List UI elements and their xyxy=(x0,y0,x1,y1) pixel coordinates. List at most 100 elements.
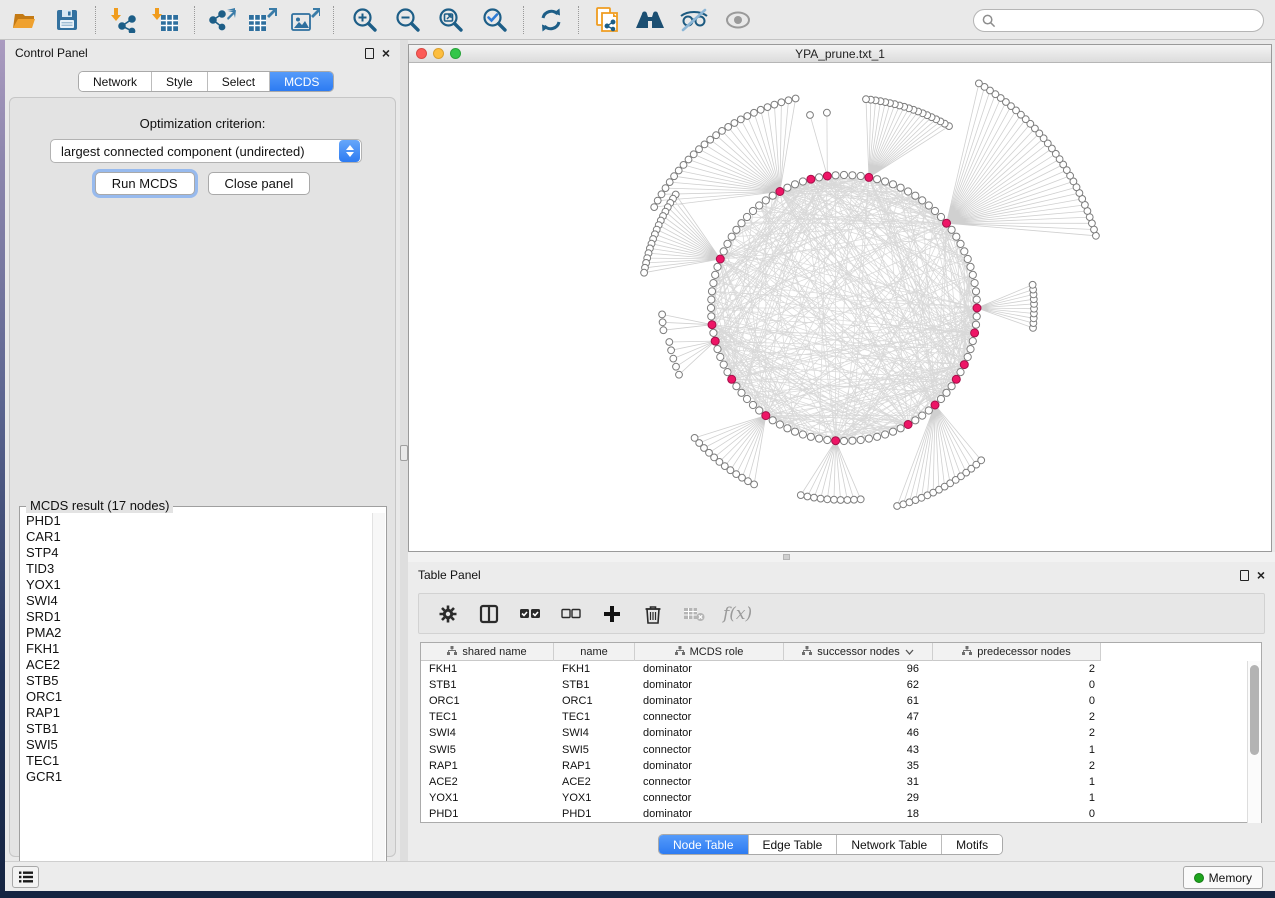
table-row[interactable]: PHD1PHD1dominator180 xyxy=(421,806,1249,822)
mcds-result-node[interactable]: YOX1 xyxy=(26,577,373,593)
cell-predecessor_nodes[interactable]: 1 xyxy=(933,792,1101,804)
cell-name[interactable]: ORC1 xyxy=(554,695,635,707)
task-history-button[interactable] xyxy=(12,866,39,888)
cell-shared_name[interactable]: STB1 xyxy=(421,679,554,691)
mcds-result-node[interactable]: CAR1 xyxy=(26,529,373,545)
cell-name[interactable]: SWI5 xyxy=(554,744,635,756)
delete-column-icon[interactable] xyxy=(641,602,665,626)
cell-predecessor_nodes[interactable]: 0 xyxy=(933,808,1101,820)
cell-successor_nodes[interactable]: 62 xyxy=(784,679,933,691)
deselect-all-icon[interactable] xyxy=(559,602,583,626)
optimization-criterion-dropdown[interactable]: largest connected component (undirected) xyxy=(50,139,362,163)
cell-predecessor_nodes[interactable]: 0 xyxy=(933,695,1101,707)
horizontal-split-divider[interactable] xyxy=(408,552,1275,562)
column-header-successor-nodes[interactable]: successor nodes xyxy=(784,643,933,661)
close-panel-icon[interactable]: × xyxy=(1257,570,1265,580)
cell-successor_nodes[interactable]: 29 xyxy=(784,792,933,804)
cell-shared_name[interactable]: ACE2 xyxy=(421,776,554,788)
table-scrollbar[interactable] xyxy=(1247,661,1261,823)
mcds-result-node[interactable]: STP4 xyxy=(26,545,373,561)
cell-mcds_role[interactable]: dominator xyxy=(635,663,784,675)
cell-shared_name[interactable]: ORC1 xyxy=(421,695,554,707)
close-panel-icon[interactable]: × xyxy=(382,48,390,58)
mcds-result-node[interactable]: TEC1 xyxy=(26,753,373,769)
column-header-name[interactable]: name xyxy=(554,643,635,661)
cell-predecessor_nodes[interactable]: 1 xyxy=(933,744,1101,756)
hide-selected-icon[interactable] xyxy=(678,5,710,35)
cell-predecessor_nodes[interactable]: 1 xyxy=(933,776,1101,788)
table-row[interactable]: SWI5SWI5connector431 xyxy=(421,741,1249,757)
cell-mcds_role[interactable]: dominator xyxy=(635,760,784,772)
table-row[interactable]: STB1STB1dominator620 xyxy=(421,677,1249,693)
mcds-result-node[interactable]: SWI5 xyxy=(26,737,373,753)
table-row[interactable]: TEC1TEC1connector472 xyxy=(421,709,1249,725)
cell-predecessor_nodes[interactable]: 0 xyxy=(933,679,1101,691)
cell-successor_nodes[interactable]: 18 xyxy=(784,808,933,820)
cell-successor_nodes[interactable]: 43 xyxy=(784,744,933,756)
scrollbar-thumb[interactable] xyxy=(1250,665,1259,755)
cell-mcds_role[interactable]: connector xyxy=(635,776,784,788)
tab-select[interactable]: Select xyxy=(208,72,270,91)
table-row[interactable]: RAP1RAP1dominator352 xyxy=(421,758,1249,774)
cell-shared_name[interactable]: YOX1 xyxy=(421,792,554,804)
cell-mcds_role[interactable]: dominator xyxy=(635,695,784,707)
cell-name[interactable]: STB1 xyxy=(554,679,635,691)
zoom-fit-icon[interactable] xyxy=(435,5,467,35)
table-row[interactable]: ORC1ORC1dominator610 xyxy=(421,693,1249,709)
cell-successor_nodes[interactable]: 46 xyxy=(784,727,933,739)
cell-shared_name[interactable]: FKH1 xyxy=(421,663,554,675)
mcds-result-node[interactable]: SRD1 xyxy=(26,609,373,625)
tab-network-table[interactable]: Network Table xyxy=(837,835,942,854)
cell-mcds_role[interactable]: dominator xyxy=(635,808,784,820)
mcds-result-list[interactable]: PHD1CAR1STP4TID3YOX1SWI4SRD1PMA2FKH1ACE2… xyxy=(21,513,373,871)
mcds-result-node[interactable]: PMA2 xyxy=(26,625,373,641)
select-all-icon[interactable] xyxy=(518,602,542,626)
refresh-layout-icon[interactable] xyxy=(535,5,567,35)
cell-name[interactable]: SWI4 xyxy=(554,727,635,739)
column-header-shared-name[interactable]: shared name xyxy=(421,643,554,661)
column-header-MCDS-role[interactable]: MCDS role xyxy=(635,643,784,661)
cell-mcds_role[interactable]: dominator xyxy=(635,727,784,739)
cell-name[interactable]: RAP1 xyxy=(554,760,635,772)
cell-successor_nodes[interactable]: 35 xyxy=(784,760,933,772)
float-panel-icon[interactable] xyxy=(365,48,374,59)
cell-name[interactable]: ACE2 xyxy=(554,776,635,788)
export-table-icon[interactable] xyxy=(246,5,278,35)
network-canvas[interactable] xyxy=(409,63,1271,551)
mcds-result-node[interactable]: STB5 xyxy=(26,673,373,689)
vertical-split-divider[interactable] xyxy=(400,40,408,861)
import-table-icon[interactable] xyxy=(150,5,182,35)
cell-predecessor_nodes[interactable]: 2 xyxy=(933,663,1101,675)
table-row[interactable]: YOX1YOX1connector291 xyxy=(421,790,1249,806)
tab-edge-table[interactable]: Edge Table xyxy=(749,835,838,854)
mcds-result-node[interactable]: TID3 xyxy=(26,561,373,577)
mcds-result-node[interactable]: RAP1 xyxy=(26,705,373,721)
mcds-result-node[interactable]: ORC1 xyxy=(26,689,373,705)
tab-network[interactable]: Network xyxy=(79,72,152,91)
clone-network-icon[interactable] xyxy=(592,5,624,35)
cell-name[interactable]: PHD1 xyxy=(554,808,635,820)
divider-handle[interactable] xyxy=(400,445,408,461)
divider-handle[interactable] xyxy=(783,554,790,560)
find-icon[interactable] xyxy=(634,5,666,35)
search-input[interactable] xyxy=(1001,14,1263,28)
tab-style[interactable]: Style xyxy=(152,72,208,91)
add-column-icon[interactable] xyxy=(600,602,624,626)
mcds-list-scrollbar[interactable] xyxy=(372,513,385,871)
mcds-result-node[interactable]: ACE2 xyxy=(26,657,373,673)
cell-shared_name[interactable]: SWI5 xyxy=(421,744,554,756)
network-titlebar[interactable]: YPA_prune.txt_1 xyxy=(409,45,1271,63)
mcds-result-node[interactable]: PHD1 xyxy=(26,513,373,529)
table-row[interactable]: FKH1FKH1dominator962 xyxy=(421,661,1249,677)
cell-shared_name[interactable]: SWI4 xyxy=(421,727,554,739)
open-file-icon[interactable] xyxy=(8,5,40,35)
cell-predecessor_nodes[interactable]: 2 xyxy=(933,727,1101,739)
cell-successor_nodes[interactable]: 96 xyxy=(784,663,933,675)
table-row[interactable]: SWI4SWI4dominator462 xyxy=(421,725,1249,741)
save-session-icon[interactable] xyxy=(51,5,83,35)
import-network-icon[interactable] xyxy=(107,5,139,35)
cell-predecessor_nodes[interactable]: 2 xyxy=(933,760,1101,772)
cell-mcds_role[interactable]: connector xyxy=(635,792,784,804)
zoom-out-icon[interactable] xyxy=(392,5,424,35)
zoom-in-icon[interactable] xyxy=(349,5,381,35)
